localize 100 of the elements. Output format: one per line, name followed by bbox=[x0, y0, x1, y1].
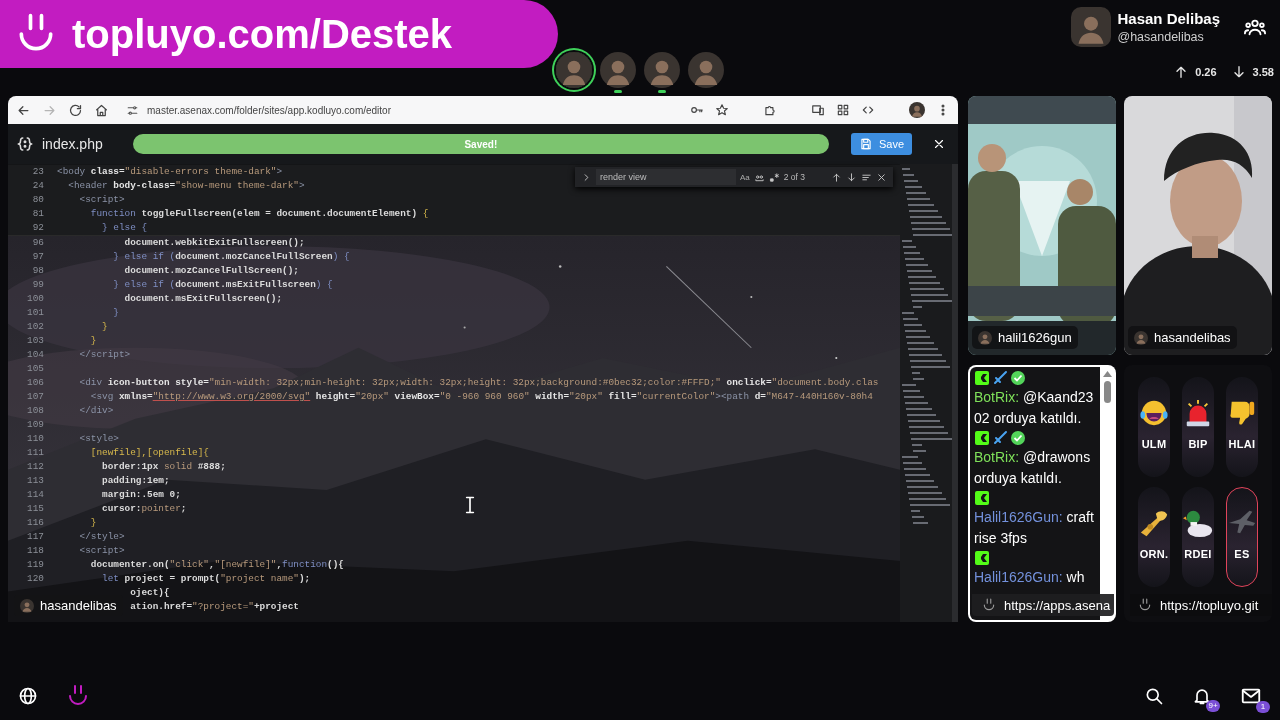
laughing-emoji-icon bbox=[1139, 398, 1169, 428]
avatar-silhouette-icon bbox=[600, 52, 636, 88]
smile-logo-icon[interactable] bbox=[66, 684, 90, 708]
avatar-silhouette-icon bbox=[20, 598, 34, 613]
code-line: oject){ bbox=[130, 586, 170, 600]
code-line: padding:1em; bbox=[102, 474, 170, 488]
screen-share-link[interactable]: https://topluyo.git bbox=[1160, 597, 1259, 613]
line-number: 114 bbox=[26, 488, 45, 502]
code-line: } bbox=[90, 516, 97, 530]
line-number: 98 bbox=[31, 264, 45, 278]
avatar-silhouette-icon bbox=[688, 52, 724, 88]
line-number: 81 bbox=[31, 207, 45, 221]
code-icon[interactable] bbox=[861, 103, 875, 117]
chat-message: BotRix: @drawons orduya katıldı. bbox=[974, 448, 1092, 488]
code-line: </style> bbox=[79, 530, 125, 544]
code-line: } bbox=[113, 306, 119, 320]
line-number: 106 bbox=[26, 376, 45, 390]
line-number: 24 bbox=[31, 179, 45, 193]
code-line: cursor:pointer; bbox=[102, 502, 187, 516]
sound-button[interactable]: ORN. bbox=[1138, 487, 1170, 587]
code-line: documenter.on("click","[newfile]",function(){ bbox=[90, 558, 344, 572]
line-number: 116 bbox=[26, 516, 45, 530]
regex-icon[interactable] bbox=[768, 171, 780, 183]
avatar-silhouette-icon bbox=[1134, 330, 1148, 345]
site-settings-icon[interactable] bbox=[126, 103, 139, 117]
line-number: 113 bbox=[26, 474, 45, 488]
line-number: 118 bbox=[26, 544, 45, 558]
code-line: </div> bbox=[79, 404, 114, 418]
globe-icon[interactable] bbox=[18, 686, 38, 706]
code-line: <script> bbox=[79, 544, 125, 558]
avatar-silhouette-icon bbox=[978, 330, 992, 345]
code-line: margin:.5em 0; bbox=[102, 488, 181, 502]
star-icon[interactable] bbox=[715, 103, 729, 117]
line-number: 112 bbox=[26, 460, 45, 474]
chat-message: Halil1626Gun: craftrise 3fps bbox=[974, 508, 1095, 548]
code-line: <header body-class="show-menu theme-dark"> bbox=[68, 179, 305, 193]
scrollbar-thumb[interactable] bbox=[1103, 381, 1111, 403]
upload-rate: 0.26 bbox=[1195, 66, 1217, 78]
line-number: 120 bbox=[26, 572, 45, 586]
previous-match-icon[interactable] bbox=[831, 171, 842, 183]
line-number: 96 bbox=[31, 236, 45, 250]
participant-avatar[interactable] bbox=[688, 52, 724, 88]
next-match-icon[interactable] bbox=[846, 171, 857, 183]
line-number: 115 bbox=[26, 502, 45, 516]
square-badge-icon bbox=[974, 370, 990, 386]
sound-button[interactable]: RDEI bbox=[1182, 487, 1214, 587]
sound-button[interactable]: HLAI bbox=[1226, 377, 1258, 477]
code-line: let project = prompt("project name"); bbox=[102, 572, 311, 586]
close-icon[interactable] bbox=[876, 171, 887, 183]
saved-status-bar: Saved! bbox=[132, 134, 829, 154]
extension-icon[interactable] bbox=[763, 103, 777, 117]
devices-icon[interactable] bbox=[811, 103, 825, 117]
code-line: document.msExitFullscreen(); bbox=[124, 292, 283, 306]
line-number: 102 bbox=[26, 320, 45, 334]
line-number: 97 bbox=[31, 250, 45, 264]
sound-button[interactable]: ES bbox=[1226, 487, 1258, 587]
match-case-toggle[interactable]: Aa bbox=[739, 172, 750, 182]
address-bar[interactable]: master.asenax.com/folder/sites/app.kodluyo.com/editor bbox=[147, 104, 391, 116]
line-number: 23 bbox=[31, 165, 45, 179]
line-number: 110 bbox=[26, 432, 45, 446]
profile-name: Hasan Delibaş bbox=[1117, 10, 1220, 27]
participant-avatar[interactable] bbox=[600, 52, 636, 88]
code-line: <style> bbox=[79, 432, 119, 446]
profile-handle: @hasandelibas bbox=[1117, 30, 1205, 44]
participant-avatar[interactable] bbox=[644, 52, 680, 88]
reload-icon[interactable] bbox=[68, 102, 83, 118]
code-line: document.mozCancelFullScreen(); bbox=[124, 264, 299, 278]
chat-message: BotRix: @Kaand2302 orduya katıldı. bbox=[974, 388, 1095, 428]
code-line: </script> bbox=[79, 348, 131, 362]
search-icon[interactable] bbox=[1144, 686, 1164, 706]
apps-grid-icon[interactable] bbox=[836, 103, 850, 117]
banner-text: topluyo.com/Destek bbox=[72, 11, 453, 57]
line-number: 103 bbox=[26, 334, 45, 348]
square-badge-icon bbox=[974, 550, 990, 566]
code-line: <svg xmlns="http://www.w3.org/2000/svg" height="20px" viewBox="0 -960 960 960" width="20px" fill="currentColor"><path d="M647-440H160v-80h4 bbox=[90, 390, 873, 404]
line-number: 109 bbox=[26, 418, 45, 432]
presenter-name: hasandelibas bbox=[40, 598, 117, 613]
sound-button[interactable]: BIP bbox=[1182, 377, 1214, 477]
sound-button[interactable]: ULM bbox=[1138, 377, 1170, 477]
line-number: 99 bbox=[31, 278, 45, 292]
home-icon[interactable] bbox=[94, 102, 109, 118]
find-field[interactable]: render view bbox=[596, 169, 736, 185]
message-badge: 1 bbox=[1256, 701, 1270, 713]
file-name: index.php bbox=[42, 136, 103, 152]
close-icon[interactable] bbox=[932, 137, 946, 151]
line-number: 100 bbox=[26, 292, 45, 306]
line-number: 107 bbox=[26, 390, 45, 404]
braces-icon bbox=[16, 135, 34, 153]
square-badge-icon bbox=[974, 430, 990, 446]
scroll-up-icon[interactable] bbox=[1102, 371, 1112, 377]
code-line: } else if (document.msExitFullscreen) { bbox=[113, 278, 333, 292]
code-line: <script> bbox=[79, 193, 125, 207]
smile-logo-icon bbox=[1138, 598, 1152, 612]
download-rate: 3.58 bbox=[1252, 66, 1274, 78]
line-number: 117 bbox=[26, 530, 45, 544]
code-line: <div icon-button style="min-width: 32px;min-height: 32px;width: 32px;height: 32px;background:#0bec32;color:#FFFD;" onclick="document.body.clas bbox=[79, 376, 879, 390]
trumpet-icon bbox=[1139, 508, 1169, 538]
avatar-silhouette-icon bbox=[556, 52, 592, 88]
line-number: 108 bbox=[26, 404, 45, 418]
duck-icon bbox=[1183, 508, 1213, 538]
